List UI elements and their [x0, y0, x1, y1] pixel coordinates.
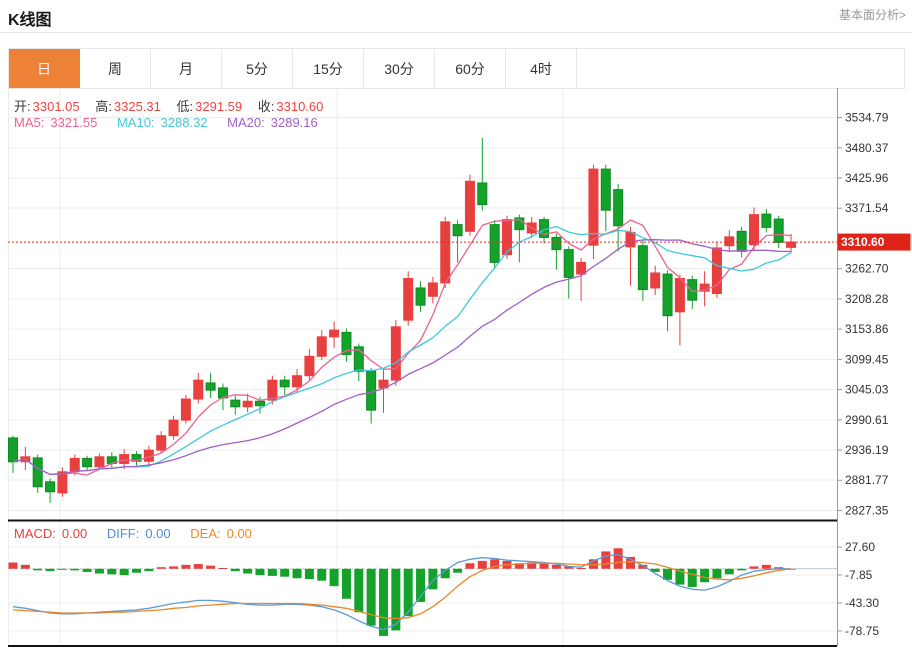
close-value: 3310.60 — [276, 99, 323, 114]
macd-readout: MACD: 0.00 DIFF: 0.00 DEA: 0.00 — [14, 526, 258, 541]
ma10-label: MA10: — [117, 115, 155, 130]
low-label: 低: — [177, 99, 194, 114]
svg-text:3153.86: 3153.86 — [845, 322, 889, 336]
dea-label: DEA: — [190, 526, 220, 541]
svg-text:27.60: 27.60 — [845, 540, 875, 554]
svg-text:2990.61: 2990.61 — [845, 413, 889, 427]
ma10-value: 3288.32 — [161, 115, 208, 130]
diff-label: DIFF: — [107, 526, 140, 541]
macd-value: 0.00 — [62, 526, 87, 541]
svg-text:-78.75: -78.75 — [845, 624, 879, 638]
svg-text:3045.03: 3045.03 — [845, 383, 889, 397]
svg-text:3371.54: 3371.54 — [845, 201, 889, 215]
svg-text:3262.70: 3262.70 — [845, 262, 889, 276]
ma20-label: MA20: — [227, 115, 265, 130]
svg-text:3099.45: 3099.45 — [845, 352, 889, 366]
svg-text:3480.37: 3480.37 — [845, 141, 889, 155]
ma-readout: MA5: 3321.55 MA10: 3288.32 MA20: 3289.16 — [14, 115, 324, 130]
ma5-label: MA5: — [14, 115, 44, 130]
low-value: 3291.59 — [195, 99, 242, 114]
gridlines — [8, 88, 837, 645]
kline-page: K线图 基本面分析> 日 周 月 5分 15分 30分 60分 4时 3534.… — [0, 0, 912, 649]
svg-text:3534.79: 3534.79 — [845, 111, 889, 125]
svg-text:-7.85: -7.85 — [845, 568, 873, 582]
current-price-tag: 3310.60 — [838, 234, 911, 251]
open-value: 3301.05 — [33, 99, 80, 114]
high-value: 3325.31 — [114, 99, 161, 114]
ma20-value: 3289.16 — [271, 115, 318, 130]
price-axis: 3534.79 3480.37 3425.96 3371.54 3262.70 3208.… — [837, 88, 889, 646]
svg-text:2936.19: 2936.19 — [845, 443, 889, 457]
svg-text:-43.30: -43.30 — [845, 596, 879, 610]
macd-histogram — [9, 548, 796, 636]
close-label: 收: — [258, 99, 275, 114]
diff-value: 0.00 — [145, 526, 170, 541]
candles — [9, 138, 796, 503]
ma5-value: 3321.55 — [50, 115, 97, 130]
open-label: 开: — [14, 99, 31, 114]
dea-value: 0.00 — [227, 526, 252, 541]
svg-text:3425.96: 3425.96 — [845, 171, 889, 185]
ohlc-readout: 开:3301.05 高:3325.31 低:3291.59 收:3310.60 — [14, 96, 335, 115]
macd-label: MACD: — [14, 526, 56, 541]
svg-text:3208.28: 3208.28 — [845, 292, 889, 306]
svg-text:2881.77: 2881.77 — [845, 473, 889, 487]
svg-text:2827.35: 2827.35 — [845, 503, 889, 517]
svg-text:3310.60: 3310.60 — [841, 235, 885, 249]
high-label: 高: — [95, 99, 112, 114]
